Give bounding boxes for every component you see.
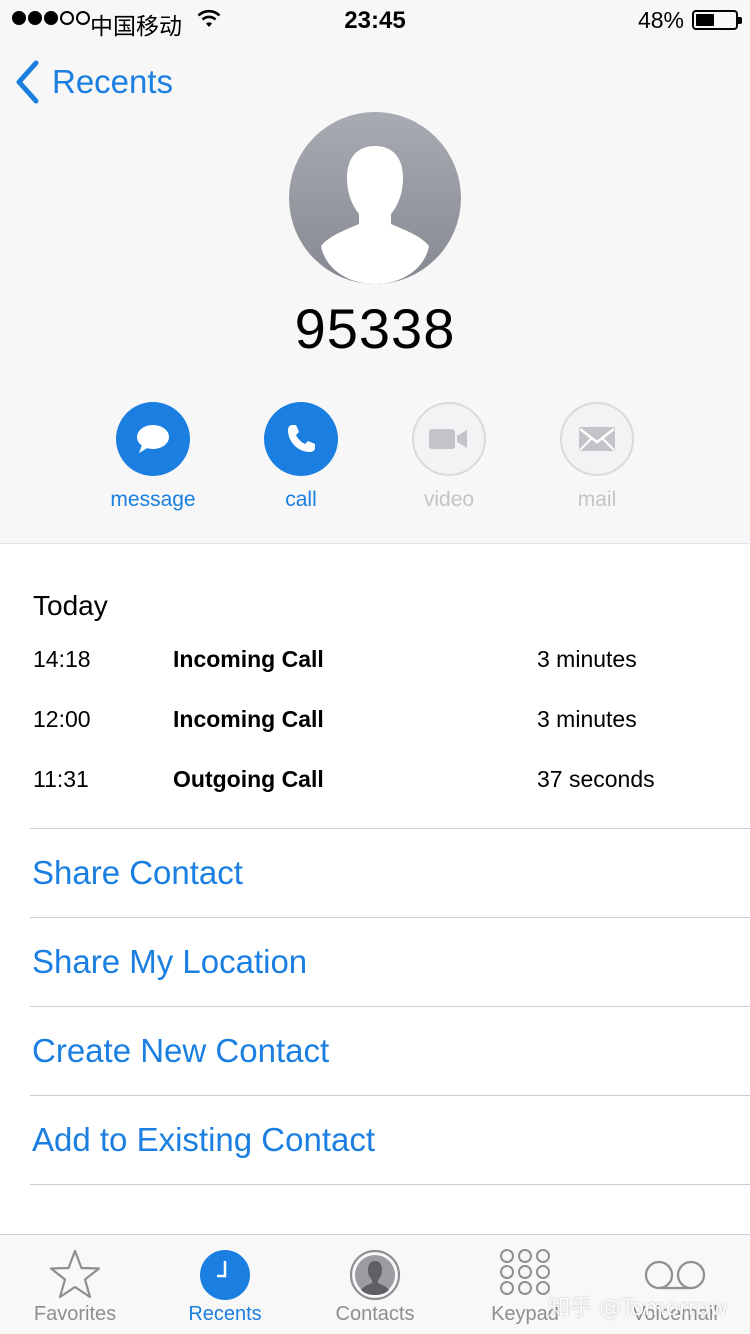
call-type: Incoming Call	[173, 646, 324, 672]
option-label: Share Contact	[32, 854, 243, 891]
phone-icon	[288, 425, 315, 452]
share-my-location-button[interactable]: Share My Location	[30, 917, 750, 1006]
watermark: 知乎 @Tomorrow	[548, 1296, 728, 1321]
tab-label: Favorites	[33, 1303, 117, 1325]
clock-icon	[200, 1250, 250, 1300]
back-label: Recents	[52, 63, 174, 100]
video-label: video	[423, 488, 475, 511]
person-circle-icon	[349, 1249, 401, 1301]
contact-options-list: Share Contact Share My Location Create N…	[30, 828, 750, 1185]
envelope-icon	[579, 427, 615, 451]
mail-action[interactable]: mail	[542, 402, 652, 512]
chevron-left-icon	[16, 60, 39, 104]
status-bar: 中国移动 23:45 48%	[0, 0, 750, 40]
person-silhouette-icon	[321, 146, 429, 284]
message-button[interactable]	[116, 402, 190, 476]
mail-label: mail	[577, 488, 617, 511]
mail-button[interactable]	[560, 402, 634, 476]
voicemail-icon	[644, 1260, 706, 1290]
tab-favorites[interactable]: Favorites	[0, 1235, 150, 1334]
battery-percent: 48%	[637, 7, 684, 33]
message-label: message	[110, 488, 196, 511]
call-type: Incoming Call	[173, 706, 324, 732]
share-contact-button[interactable]: Share Contact	[30, 828, 750, 917]
option-label: Create New Contact	[32, 1032, 330, 1069]
recents-date-heading: Today	[33, 590, 108, 621]
call-duration: 3 minutes	[537, 646, 637, 672]
video-button[interactable]	[412, 402, 486, 476]
contact-avatar	[289, 112, 461, 284]
call-type: Outgoing Call	[173, 766, 324, 792]
option-label: Add to Existing Contact	[32, 1121, 376, 1158]
message-action[interactable]: message	[98, 402, 208, 512]
contact-number: 95338	[294, 297, 456, 360]
call-log-row: 14:18 Incoming Call 3 minutes	[33, 646, 733, 682]
call-button[interactable]	[264, 402, 338, 476]
video-action[interactable]: video	[394, 402, 504, 512]
battery-icon	[692, 10, 742, 30]
call-time: 11:31	[33, 766, 89, 792]
tab-contacts[interactable]: Contacts	[300, 1235, 450, 1334]
message-bubble-icon	[137, 425, 169, 453]
call-label: call	[285, 488, 317, 511]
call-duration: 3 minutes	[537, 706, 637, 732]
tab-recents[interactable]: Recents	[150, 1235, 300, 1334]
add-to-existing-contact-button[interactable]: Add to Existing Contact	[30, 1095, 750, 1184]
list-divider	[30, 1184, 750, 1185]
call-log-row: 12:00 Incoming Call 3 minutes	[33, 706, 733, 742]
back-button[interactable]: Recents	[14, 60, 173, 104]
keypad-icon	[500, 1249, 550, 1295]
call-time: 14:18	[33, 646, 91, 672]
star-icon	[49, 1249, 101, 1299]
call-time: 12:00	[33, 706, 91, 732]
call-action[interactable]: call	[246, 402, 356, 512]
tab-label: Recents	[188, 1303, 262, 1325]
create-new-contact-button[interactable]: Create New Contact	[30, 1006, 750, 1095]
call-log-row: 11:31 Outgoing Call 37 seconds	[33, 766, 733, 802]
option-label: Share My Location	[32, 943, 308, 980]
call-duration: 37 seconds	[537, 766, 655, 792]
tab-label: Contacts	[335, 1303, 415, 1325]
video-camera-icon	[429, 429, 467, 449]
